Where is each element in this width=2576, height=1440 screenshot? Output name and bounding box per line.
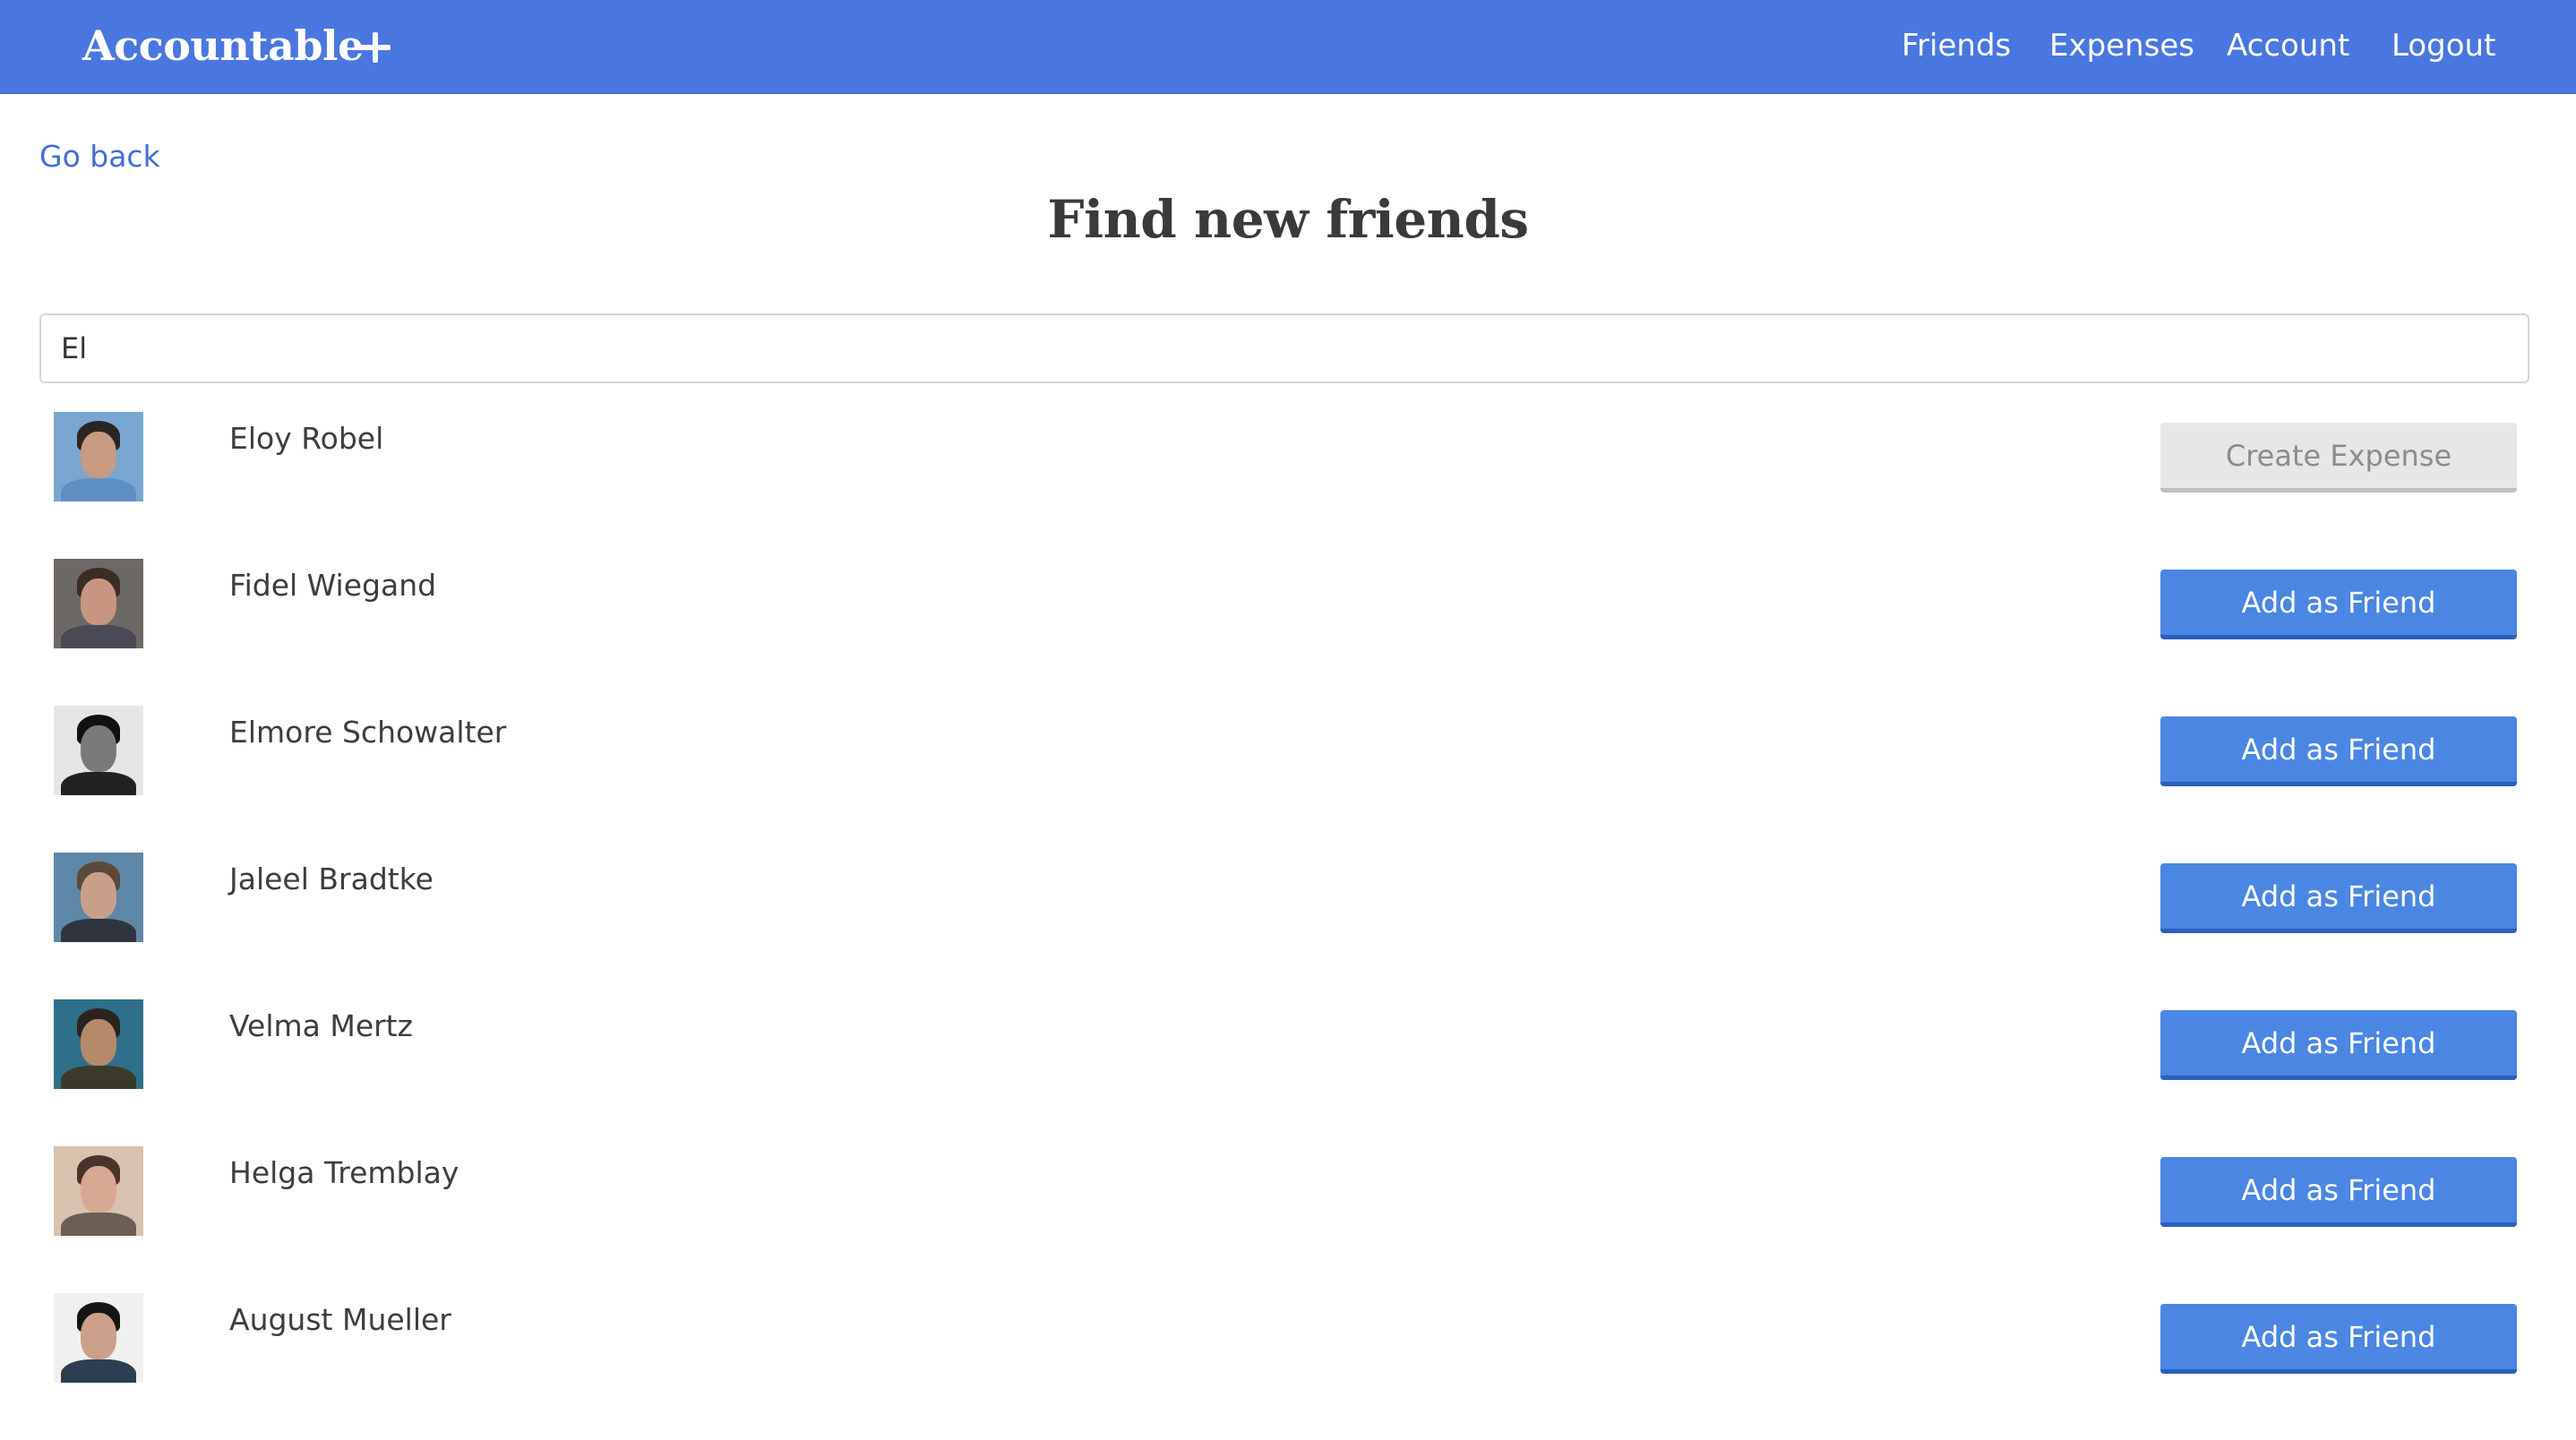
page-title: Find new friends xyxy=(1047,189,1529,250)
list-item: Eloy Robel Create Expense xyxy=(0,412,2576,559)
list-item: Velma Mertz Add as Friend xyxy=(0,999,2576,1146)
plus-icon[interactable] xyxy=(358,30,392,64)
list-item: Elmore Schowalter Add as Friend xyxy=(0,706,2576,853)
top-navbar: Accountable Friends Expenses Account Log… xyxy=(0,0,2576,94)
nav-link-logout[interactable]: Logout xyxy=(2391,20,2495,72)
avatar xyxy=(54,559,143,648)
add-friend-button[interactable]: Add as Friend xyxy=(2160,1304,2517,1374)
avatar xyxy=(54,999,143,1089)
friend-name: Eloy Robel xyxy=(229,421,384,456)
add-friend-button[interactable]: Add as Friend xyxy=(2160,863,2517,933)
avatar xyxy=(54,1293,143,1383)
add-friend-button[interactable]: Add as Friend xyxy=(2160,1157,2517,1227)
friend-name: Jaleel Bradtke xyxy=(229,861,434,896)
brand-logo[interactable]: Accountable xyxy=(82,16,364,75)
avatar xyxy=(54,412,143,501)
list-item: Fidel Wiegand Add as Friend xyxy=(0,559,2576,706)
create-expense-button[interactable]: Create Expense xyxy=(2160,423,2517,493)
list-item: Jaleel Bradtke Add as Friend xyxy=(0,853,2576,999)
list-item: Helga Tremblay Add as Friend xyxy=(0,1146,2576,1293)
friend-name: Helga Tremblay xyxy=(229,1155,459,1190)
nav-link-account[interactable]: Account xyxy=(2227,20,2349,72)
add-friend-button[interactable]: Add as Friend xyxy=(2160,1010,2517,1080)
friend-name: Fidel Wiegand xyxy=(229,568,437,603)
add-friend-button[interactable]: Add as Friend xyxy=(2160,716,2517,786)
friend-name: Elmore Schowalter xyxy=(229,715,507,750)
friend-name: August Mueller xyxy=(229,1302,451,1337)
add-friend-button[interactable]: Add as Friend xyxy=(2160,570,2517,639)
nav-link-expenses[interactable]: Expenses xyxy=(2049,20,2194,72)
avatar xyxy=(54,706,143,795)
friend-search-input[interactable] xyxy=(39,313,2529,383)
go-back-link[interactable]: Go back xyxy=(39,134,160,179)
list-item: August Mueller Add as Friend xyxy=(0,1293,2576,1440)
avatar xyxy=(54,853,143,942)
nav-link-friends[interactable]: Friends xyxy=(1902,20,2011,72)
avatar xyxy=(54,1146,143,1236)
friend-name: Velma Mertz xyxy=(229,1008,413,1043)
